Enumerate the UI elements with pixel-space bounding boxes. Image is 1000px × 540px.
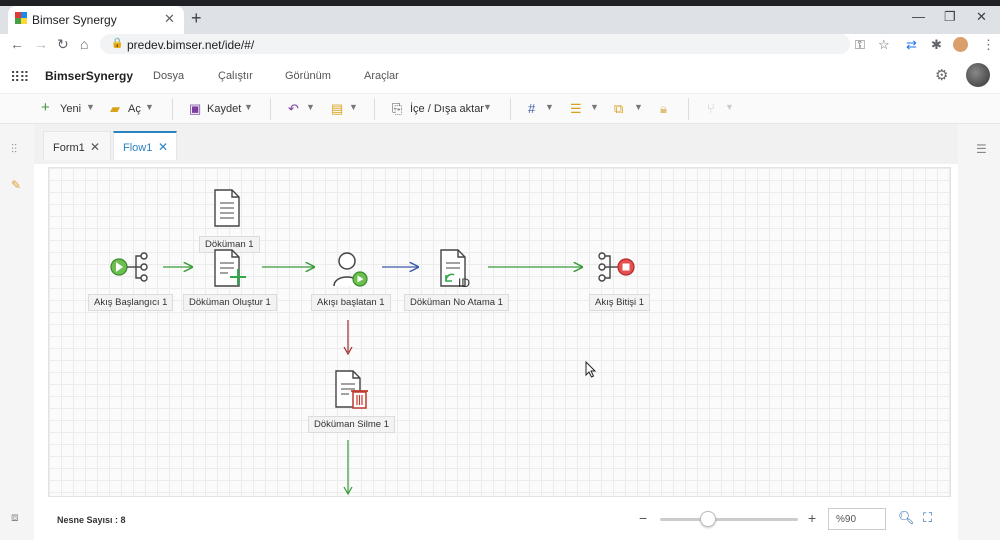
node-label-delete[interactable]: Döküman Silme 1 [308,416,395,433]
node-label-initiator[interactable]: Akışı başlatan 1 [311,294,391,311]
flow-start-icon[interactable] [110,250,150,284]
svg-text:ID: ID [458,276,470,289]
zoom-search-icon[interactable]: 🔍︎ [898,510,915,526]
zoom-in-button[interactable]: + [808,510,816,526]
zoom-slider[interactable] [660,518,798,521]
fit-screen-icon[interactable]: ⛶ [923,510,932,526]
node-label-start[interactable]: Akış Başlangıcı 1 [88,294,174,311]
flow-connectors [163,0,1000,496]
status-bar [40,503,958,540]
flow-end-icon[interactable] [596,250,636,284]
object-count: Nesne Sayısı : 8 [57,515,126,525]
node-label-numbering[interactable]: Döküman No Atama 1 [404,294,509,311]
document-delete-icon[interactable] [333,370,371,410]
mouse-cursor-icon [585,361,597,378]
document-numbering-icon[interactable]: ID [438,249,478,289]
zoom-out-button[interactable]: − [639,510,647,526]
node-label-end[interactable]: Akış Bitişi 1 [589,294,651,311]
document-create-icon[interactable] [212,249,248,287]
document-icon[interactable] [212,189,242,227]
user-initiator-icon[interactable] [332,250,370,288]
node-label-create[interactable]: Döküman Oluştur 1 [183,294,277,311]
zoom-input[interactable] [828,508,886,530]
